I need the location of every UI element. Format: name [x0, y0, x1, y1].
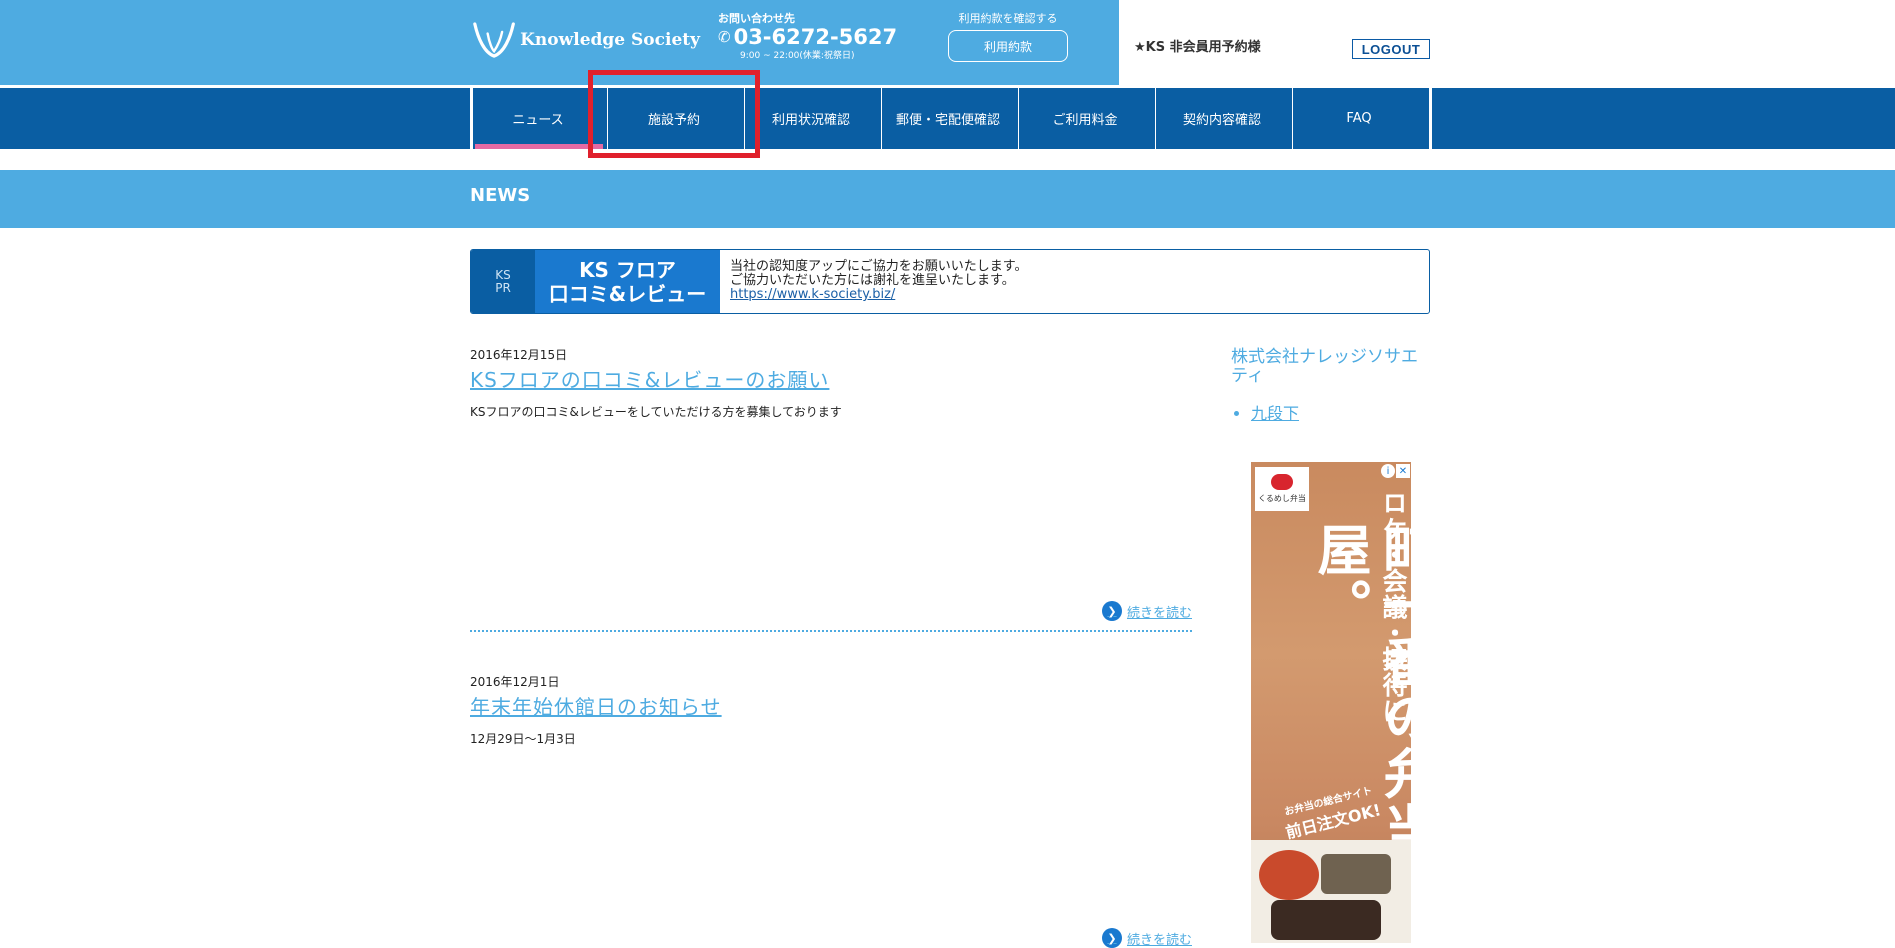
advertisement[interactable]: i ✕ くるめし弁当 ロケ・会議・接待に 町一番の弁当屋。 お弁当の総合サイト …: [1251, 462, 1411, 943]
main-nav: ニュース 施設予約 利用状況確認 郵便・宅配便確認 ご利用料金 契約内容確認 F…: [0, 88, 1895, 149]
close-icon[interactable]: ✕: [1396, 464, 1410, 478]
news-title-bar: [0, 170, 1895, 228]
nav-item-facility-reservation[interactable]: 施設予約: [607, 88, 740, 149]
ad-food-dish: [1321, 854, 1391, 894]
site-logo[interactable]: Knowledge Society: [470, 14, 700, 66]
ad-info-icon[interactable]: i: [1381, 464, 1395, 478]
nav-item-contract[interactable]: 契約内容確認: [1155, 88, 1288, 149]
article-date: 2016年12月15日: [470, 348, 568, 362]
contact-phone: ✆ 03-6272-5627: [718, 26, 918, 48]
ad-food-dish: [1259, 850, 1319, 900]
user-name: ★KS 非会員用予約様: [1134, 40, 1261, 55]
pr-banner[interactable]: KS PR KS フロア 口コミ&レビュー 当社の認知度アップにご協力をお願いい…: [470, 249, 1430, 314]
pr-text: 当社の認知度アップにご協力をお願いいたします。 ご協力いただいた方には謝礼を進呈…: [720, 250, 1037, 313]
nav-item-news[interactable]: ニュース: [470, 88, 603, 149]
pr-text-line1: 当社の認知度アップにご協力をお願いいたします。: [730, 259, 1028, 274]
phone-icon: ✆: [718, 28, 731, 46]
phone-number: 03-6272-5627: [733, 25, 898, 49]
car-icon: [1271, 474, 1293, 490]
pr-text-line2: ご協力いただいた方には謝礼を進呈いたします。: [730, 273, 1015, 288]
knowledge-society-logo-icon: [473, 22, 515, 58]
contact-info: お問い合わせ先 ✆ 03-6272-5627 9:00 ~ 22:00(休業:祝…: [718, 10, 918, 70]
ad-food-dish: [1271, 900, 1381, 940]
sidebar-item-link[interactable]: 九段下: [1251, 404, 1299, 423]
article-title-link[interactable]: 年末年始休館日のお知らせ: [470, 691, 1192, 720]
contact-label: お問い合わせ先: [718, 12, 795, 25]
chevron-right-icon: ❯: [1101, 601, 1122, 621]
nav-item-fees[interactable]: ご利用料金: [1018, 88, 1151, 149]
pr-label: KS フロア 口コミ&レビュー: [535, 250, 720, 313]
article-date: 2016年12月1日: [470, 675, 560, 689]
contact-hours: 9:00 ~ 22:00(休業:祝祭日): [740, 51, 855, 61]
nav-item-usage-status[interactable]: 利用状況確認: [744, 88, 877, 149]
logout-button[interactable]: LOGOUT: [1352, 39, 1430, 59]
nav-items: ニュース 施設予約 利用状況確認 郵便・宅配便確認 ご利用料金 契約内容確認 F…: [470, 88, 1432, 149]
pr-tag: KS PR: [471, 250, 535, 313]
read-more-link[interactable]: ❯ 続きを読む: [1101, 601, 1192, 621]
sidebar-item: 九段下: [1251, 400, 1431, 424]
pr-tag-line1: KS: [495, 267, 511, 282]
article-title-link[interactable]: KSフロアの口コミ&レビューのお願い: [470, 364, 1192, 393]
terms-area: 利用約款を確認する 利用約款: [948, 10, 1068, 62]
read-more-link[interactable]: ❯ 続きを読む: [1101, 928, 1192, 948]
news-article: 2016年12月1日 年末年始休館日のお知らせ 12月29日〜1月3日 ❯ 続き…: [470, 673, 1192, 948]
ad-brand-logo: くるめし弁当: [1255, 467, 1309, 511]
nav-item-mail-delivery[interactable]: 郵便・宅配便確認: [881, 88, 1014, 149]
page-title: NEWS: [470, 185, 531, 206]
ad-brand: くるめし弁当: [1258, 494, 1306, 503]
article-divider: [470, 630, 1192, 632]
article-body: KSフロアの口コミ&レビューをしていただける方を募集しております: [470, 405, 842, 419]
logo-text: Knowledge Society: [520, 30, 700, 50]
article-body: 12月29日〜1月3日: [470, 732, 576, 746]
terms-note: 利用約款を確認する: [958, 12, 1058, 25]
read-more-label: 続きを読む: [1126, 932, 1192, 948]
nav-end-divider: [1429, 88, 1432, 149]
sidebar: 株式会社ナレッジソサエティ 九段下: [1231, 348, 1431, 424]
nav-item-faq[interactable]: FAQ: [1292, 88, 1425, 149]
pr-link[interactable]: https://www.k-society.biz/: [730, 288, 1027, 302]
ad-food-image: [1251, 840, 1411, 943]
pr-tag-line2: PR: [495, 280, 511, 295]
read-more-label: 続きを読む: [1126, 605, 1192, 621]
pr-label-line1: KS フロア: [579, 257, 676, 282]
pr-label-line2: 口コミ&レビュー: [548, 281, 707, 306]
news-article: 2016年12月15日 KSフロアの口コミ&レビューのお願い KSフロアの口コミ…: [470, 346, 1192, 633]
sidebar-title: 株式会社ナレッジソサエティ: [1231, 347, 1418, 386]
terms-button[interactable]: 利用約款: [948, 30, 1068, 62]
sidebar-list: 九段下: [1231, 400, 1431, 424]
chevron-right-icon: ❯: [1101, 928, 1122, 948]
